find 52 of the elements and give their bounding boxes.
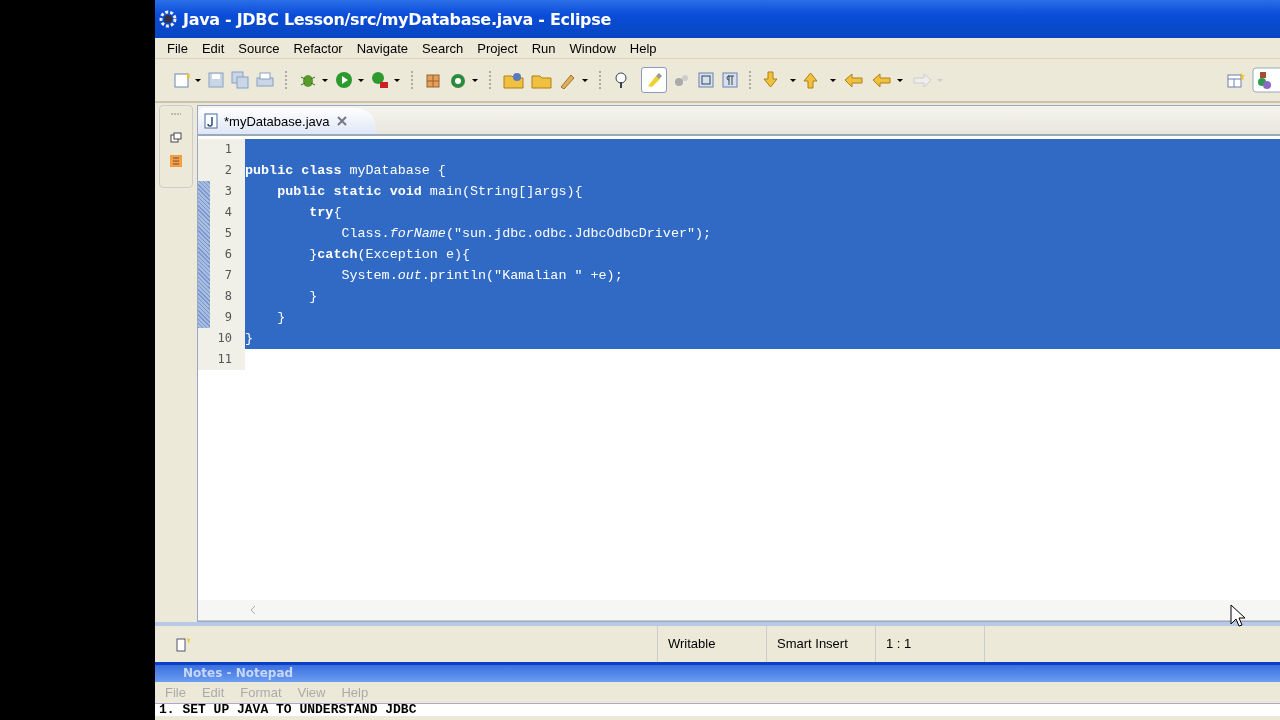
pilcrow-icon[interactable] — [721, 71, 739, 89]
editor-tab[interactable]: *myDatabase.java — [198, 108, 376, 134]
save-icon[interactable] — [207, 71, 225, 89]
package-icon[interactable] — [425, 71, 443, 89]
menu-item[interactable]: Window — [562, 40, 623, 56]
hierarchy-icon[interactable] — [169, 154, 183, 168]
perspective-icon[interactable] — [1252, 67, 1280, 93]
mouse-pointer-icon — [1230, 604, 1246, 628]
menu-item[interactable]: Run — [524, 40, 563, 56]
line-number: 1 — [210, 139, 245, 160]
highlighter-button[interactable] — [641, 67, 667, 93]
line-number: 2 — [210, 160, 245, 181]
close-icon[interactable] — [335, 115, 348, 127]
highlighter-icon — [646, 72, 662, 88]
window-title: Java - JDBC Lesson/src/myDatabase.java - Eclipse — [183, 9, 611, 29]
open-perspective-icon[interactable] — [1226, 71, 1246, 89]
run-external-icon[interactable] — [371, 71, 401, 89]
line-number: 7 — [210, 265, 245, 286]
menu-item[interactable]: Search — [415, 40, 471, 56]
save-all-icon[interactable] — [231, 71, 249, 89]
line-number: 8 — [210, 286, 245, 307]
run-icon[interactable] — [335, 71, 365, 89]
menu-item[interactable]: Navigate — [349, 40, 415, 56]
new-item-icon[interactable] — [175, 636, 193, 652]
menu-item[interactable]: File — [160, 40, 195, 56]
new-file-icon[interactable] — [173, 71, 201, 89]
menu-item[interactable]: Help — [622, 40, 664, 56]
block-icon[interactable] — [697, 71, 715, 89]
line-number: 4 — [210, 202, 245, 223]
line-number: 11 — [210, 349, 245, 370]
horizontal-scrollbar[interactable] — [198, 600, 1280, 621]
print-icon[interactable] — [255, 71, 275, 89]
back-arrow-icon[interactable] — [871, 71, 905, 89]
back-arrow-icon[interactable] — [843, 71, 865, 89]
folder-icon[interactable] — [503, 71, 525, 89]
line-number: 10 — [210, 328, 245, 349]
gear-icon — [159, 10, 177, 28]
menu-item[interactable]: Refactor — [286, 40, 350, 56]
line-number: 5 — [210, 223, 245, 244]
line-number: 6 — [210, 244, 245, 265]
document-text: 1. SET UP JAVA TO UNDERSTAND JDBC — [155, 704, 1280, 716]
line-number: 9 — [210, 307, 245, 328]
menu-item[interactable]: Source — [231, 40, 287, 56]
menu-item[interactable]: Edit — [194, 40, 232, 56]
window-title: Notes - Notepad — [182, 666, 294, 681]
up-arrow-icon[interactable] — [803, 71, 837, 89]
forward-arrow-icon — [911, 71, 945, 89]
java-file-icon — [204, 113, 218, 129]
menu-item[interactable]: Project — [470, 40, 525, 56]
down-arrow-icon[interactable] — [763, 71, 797, 89]
restore-icon[interactable] — [170, 132, 182, 144]
line-number: 3 — [210, 181, 245, 202]
